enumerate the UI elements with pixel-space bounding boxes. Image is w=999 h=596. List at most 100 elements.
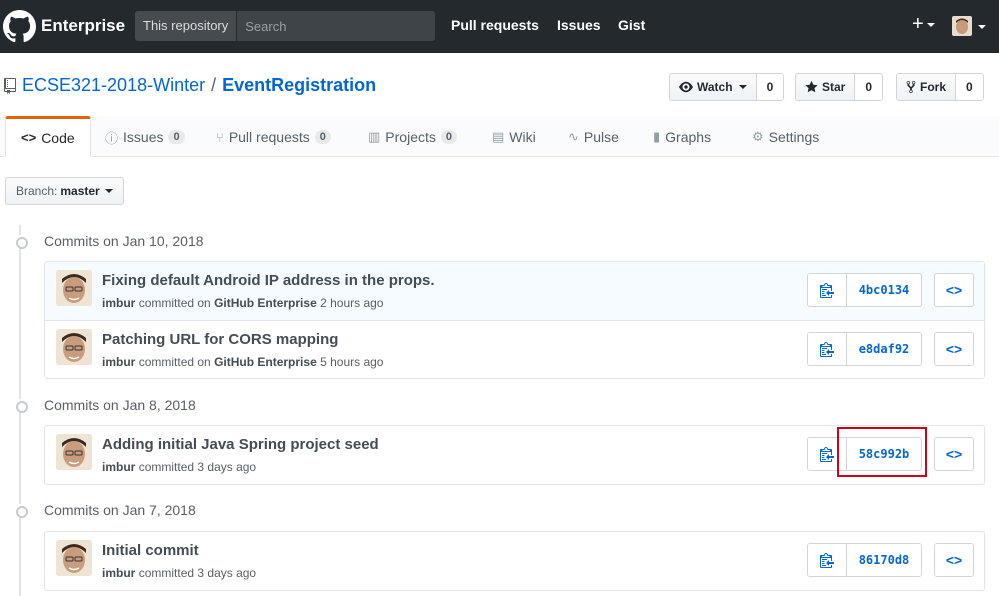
- clippy-icon: [820, 553, 834, 568]
- relative-time: 3 days ago: [197, 460, 257, 474]
- commit-message-link[interactable]: Patching URL for CORS mapping: [102, 331, 338, 348]
- caret-down-icon: [738, 85, 747, 89]
- caret-down-icon[interactable]: [978, 25, 986, 29]
- sha-link[interactable]: e8daf92: [847, 333, 921, 365]
- browse-code-button[interactable]: <>: [934, 437, 974, 471]
- commit-row: Patching URL for CORS mapping imbur comm…: [45, 320, 984, 378]
- copy-sha-button[interactable]: [808, 274, 847, 306]
- code-icon: <>: [21, 130, 37, 145]
- commit-meta: imbur committed on GitHub Enterprise 5 h…: [102, 355, 383, 369]
- commit-group-icon: [14, 235, 28, 249]
- count-badge: 0: [168, 130, 185, 144]
- tab-wiki[interactable]: ▤ Wiki: [492, 117, 536, 157]
- star-button[interactable]: Star: [796, 74, 856, 100]
- commit-message-link[interactable]: Adding initial Java Spring project seed: [102, 436, 379, 453]
- avatar[interactable]: [56, 540, 92, 576]
- count-badge: 0: [314, 130, 331, 144]
- brand-name[interactable]: Enterprise: [41, 16, 125, 36]
- fork-button-group: Fork 0: [896, 73, 984, 101]
- nav-pull-requests[interactable]: Pull requests: [451, 17, 539, 33]
- commit-message-link[interactable]: Initial commit: [102, 542, 199, 559]
- author-link[interactable]: imbur: [102, 355, 135, 369]
- repo-tabs: <> Code ⓘ Issues 0 ⑂ Pull requests 0 ▥ P…: [0, 116, 999, 157]
- tab-label: Code: [41, 129, 75, 146]
- nav-issues[interactable]: Issues: [557, 17, 601, 33]
- caret-down-icon: [926, 22, 935, 27]
- star-count[interactable]: 0: [855, 74, 883, 100]
- committed-text: committed: [138, 566, 195, 580]
- sha-button-group: 86170d8: [807, 543, 922, 577]
- watch-count[interactable]: 0: [756, 74, 784, 100]
- tab-projects[interactable]: ▥ Projects 0: [368, 117, 457, 157]
- tab-code[interactable]: <> Code: [5, 116, 91, 157]
- code-icon: <>: [945, 341, 963, 357]
- committer-link[interactable]: GitHub Enterprise: [214, 296, 317, 310]
- search-input[interactable]: [237, 11, 435, 41]
- author-link[interactable]: imbur: [102, 296, 135, 310]
- copy-sha-button[interactable]: [808, 333, 847, 365]
- copy-sha-button[interactable]: [808, 544, 847, 576]
- eye-icon: [679, 81, 693, 93]
- commit-group-icon: [14, 399, 28, 413]
- tab-issues[interactable]: ⓘ Issues 0: [105, 117, 185, 157]
- tab-label: Pull requests: [228, 129, 310, 145]
- repo-owner-link[interactable]: ECSE321-2018-Winter: [22, 75, 205, 96]
- tab-label: Wiki: [509, 129, 536, 145]
- gear-icon: ⚙: [752, 129, 764, 144]
- avatar-image: [56, 540, 92, 576]
- avatar[interactable]: [56, 270, 92, 306]
- user-avatar[interactable]: [952, 16, 972, 36]
- clippy-icon: [820, 283, 834, 298]
- branch-select-button[interactable]: Branch: master: [5, 177, 124, 205]
- avatar-image: [952, 16, 972, 36]
- committer-link[interactable]: GitHub Enterprise: [214, 355, 317, 369]
- browse-code-button[interactable]: <>: [934, 543, 974, 577]
- sha-link[interactable]: 4bc0134: [847, 274, 921, 306]
- browse-code-button[interactable]: <>: [934, 332, 974, 366]
- nav-gist[interactable]: Gist: [618, 17, 645, 33]
- watch-button-group: Watch 0: [669, 73, 785, 101]
- fork-icon: [906, 80, 916, 94]
- sha-button-group: e8daf92: [807, 332, 922, 366]
- commit-group-icon: [14, 504, 28, 518]
- branch-prefix: Branch:: [16, 184, 58, 198]
- sha-button-group: 4bc0134: [807, 273, 922, 307]
- watch-label: Watch: [697, 80, 733, 94]
- browse-code-button[interactable]: <>: [934, 273, 974, 307]
- committed-text: committed on: [138, 355, 211, 369]
- plus-icon: +: [912, 13, 924, 35]
- code-icon: <>: [945, 446, 963, 462]
- tab-settings[interactable]: ⚙ Settings: [752, 117, 819, 157]
- watch-button[interactable]: Watch: [670, 74, 757, 100]
- avatar[interactable]: [56, 329, 92, 365]
- repo-separator: /: [211, 75, 217, 95]
- fork-label: Fork: [920, 80, 947, 94]
- fork-button[interactable]: Fork: [897, 74, 957, 100]
- repo-name-link[interactable]: EventRegistration: [222, 75, 376, 96]
- committed-text: committed on: [138, 296, 211, 310]
- avatar-image: [56, 329, 92, 365]
- sha-link[interactable]: 86170d8: [847, 544, 921, 576]
- count-badge: 0: [440, 130, 457, 144]
- graph-icon: ▮: [653, 129, 661, 144]
- clippy-icon: [820, 342, 834, 357]
- star-label: Star: [822, 80, 846, 94]
- commit-group-title: Commits on Jan 10, 2018: [44, 233, 204, 249]
- avatar[interactable]: [56, 434, 92, 470]
- tab-pulse[interactable]: ∿ Pulse: [568, 117, 619, 157]
- committed-text: committed: [138, 460, 195, 474]
- code-icon: <>: [945, 282, 963, 298]
- create-new-button[interactable]: +: [912, 13, 935, 36]
- github-logo-icon[interactable]: [3, 10, 36, 43]
- search-form: This repository: [135, 11, 435, 41]
- pull-request-icon: ⑂: [216, 129, 224, 145]
- star-button-group: Star 0: [795, 73, 884, 101]
- tab-pull-requests[interactable]: ⑂ Pull requests 0: [216, 117, 331, 157]
- author-link[interactable]: imbur: [102, 460, 135, 474]
- author-link[interactable]: imbur: [102, 566, 135, 580]
- fork-count[interactable]: 0: [956, 74, 983, 100]
- commit-list: Fixing default Android IP address in the…: [44, 261, 985, 379]
- tab-label: Issues: [123, 129, 164, 145]
- tab-graphs[interactable]: ▮ Graphs: [653, 117, 711, 157]
- commit-message-link[interactable]: Fixing default Android IP address in the…: [102, 272, 435, 289]
